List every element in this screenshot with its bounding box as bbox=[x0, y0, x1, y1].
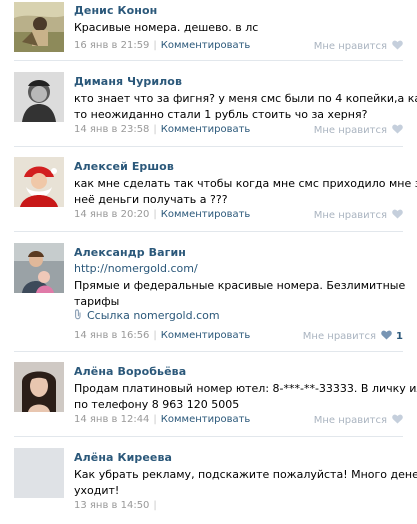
comment-date[interactable]: 13 янв в 14:50 bbox=[74, 500, 149, 511]
heart-icon bbox=[392, 209, 403, 219]
like-button[interactable]: Мне нравится bbox=[314, 414, 403, 426]
avatar[interactable] bbox=[14, 2, 64, 52]
comment-text-line: уходит! bbox=[74, 484, 120, 497]
comment-text-line: Как убрать рекламу, подскажите пожалуйст… bbox=[74, 468, 417, 481]
avatar[interactable] bbox=[14, 448, 64, 498]
comment-date[interactable]: 14 янв в 23:58 bbox=[74, 124, 149, 135]
comment-item: Денис Конон Красивые номера. дешево. в л… bbox=[0, 0, 417, 62]
comment-author[interactable]: Александр Вагин bbox=[74, 246, 186, 259]
reply-link[interactable]: Комментировать bbox=[161, 124, 251, 135]
comment-item: Диманя Чурилов кто знает что за фигня? у… bbox=[0, 62, 417, 147]
comment-author[interactable]: Денис Конон bbox=[74, 4, 157, 17]
comment-text-line: кто знает что за фигня? у меня смс были … bbox=[74, 92, 417, 105]
link-attachment[interactable]: Ссылка nomergold.com bbox=[74, 309, 220, 322]
comment-meta: 13 янв в 14:50 | bbox=[74, 500, 157, 511]
like-button[interactable]: Мне нравится 1 bbox=[303, 330, 403, 342]
divider bbox=[14, 231, 403, 232]
avatar[interactable] bbox=[14, 362, 64, 412]
comment-text: Прямые и федеральные красивые номера. Бе… bbox=[74, 278, 406, 310]
comment-text-line: тарифы bbox=[74, 295, 120, 308]
comment-date[interactable]: 14 янв в 12:44 bbox=[74, 414, 149, 425]
reply-link[interactable]: Комментировать bbox=[161, 209, 251, 220]
heart-icon bbox=[392, 40, 403, 50]
like-button[interactable]: Мне нравится bbox=[314, 209, 403, 221]
like-label: Мне нравится bbox=[302, 331, 377, 342]
comment-item: Алексей Ершов как мне сделать так чтобы … bbox=[0, 147, 417, 233]
comment-meta: 16 янв в 21:59 | Комментировать bbox=[74, 40, 251, 51]
avatar[interactable] bbox=[14, 157, 64, 207]
avatar[interactable] bbox=[14, 72, 64, 122]
comment-meta: 14 янв в 20:20 | Комментировать bbox=[74, 209, 251, 220]
comment-item: Алёна Киреева Как убрать рекламу, подска… bbox=[0, 438, 417, 524]
comment-text-line: по телефону 8 963 120 5005 bbox=[74, 398, 240, 411]
comment-text-line: неё деньги получать а ??? bbox=[74, 193, 228, 206]
like-count: 1 bbox=[396, 331, 403, 342]
like-label: Мне нравится bbox=[313, 41, 387, 52]
comment-item: Алёна Воробьёва Продам платиновый номер … bbox=[0, 352, 417, 438]
heart-icon bbox=[381, 330, 392, 340]
divider bbox=[14, 436, 403, 437]
comment-text-line: Прямые и федеральные красивые номера. Бе… bbox=[74, 279, 406, 292]
comment-author[interactable]: Диманя Чурилов bbox=[74, 75, 182, 88]
comment-text-line: то неожиданно стали 1 рубль стоить чо за… bbox=[74, 108, 368, 121]
comment-date[interactable]: 14 янв в 16:56 bbox=[74, 330, 149, 341]
comment-text: Красивые номера. дешево. в лс bbox=[74, 20, 404, 36]
comment-meta: 14 янв в 23:58 | Комментировать bbox=[74, 124, 251, 135]
reply-link[interactable]: Комментировать bbox=[161, 40, 251, 51]
reply-link[interactable]: Комментировать bbox=[161, 414, 251, 425]
comment-author[interactable]: Алёна Киреева bbox=[74, 451, 172, 464]
like-button[interactable]: Мне нравится bbox=[314, 124, 403, 136]
comment-meta: 14 янв в 12:44 | Комментировать bbox=[74, 414, 251, 425]
comment-text-line: Красивые номера. дешево. в лс bbox=[74, 21, 259, 34]
divider bbox=[14, 60, 403, 61]
comment-meta: 14 янв в 16:56 | Комментировать bbox=[74, 330, 251, 341]
like-label: Мне нравится bbox=[313, 210, 387, 221]
attachment-clip-icon bbox=[75, 309, 81, 320]
heart-icon bbox=[392, 414, 403, 424]
like-label: Мне нравится bbox=[313, 125, 387, 136]
heart-icon bbox=[392, 124, 403, 134]
comment-author[interactable]: Алёна Воробьёва bbox=[74, 365, 186, 378]
comment-text-line: Продам платиновый номер ютел: 8-***-**-3… bbox=[74, 382, 417, 395]
comment-link[interactable]: http://nomergold.com/ bbox=[74, 262, 198, 275]
attachment-label: Ссылка nomergold.com bbox=[87, 309, 220, 322]
reply-link[interactable]: Комментировать bbox=[161, 330, 251, 341]
avatar[interactable] bbox=[14, 243, 64, 293]
comment-text: Продам платиновый номер ютел: 8-***-**-3… bbox=[74, 381, 417, 413]
like-button[interactable]: Мне нравится bbox=[314, 40, 403, 52]
comment-date[interactable]: 14 янв в 20:20 bbox=[74, 209, 149, 220]
comment-text-line: как мне сделать так чтобы когда мне смс … bbox=[74, 177, 417, 190]
comment-text: как мне сделать так чтобы когда мне смс … bbox=[74, 176, 417, 208]
like-label: Мне нравится bbox=[313, 415, 387, 426]
comment-item: Александр Вагин http://nomergold.com/ Пр… bbox=[0, 233, 417, 352]
comment-text: Как убрать рекламу, подскажите пожалуйст… bbox=[74, 467, 417, 499]
comment-date[interactable]: 16 янв в 21:59 bbox=[74, 40, 149, 51]
comment-author[interactable]: Алексей Ершов bbox=[74, 160, 174, 173]
comment-text: кто знает что за фигня? у меня смс были … bbox=[74, 91, 417, 123]
